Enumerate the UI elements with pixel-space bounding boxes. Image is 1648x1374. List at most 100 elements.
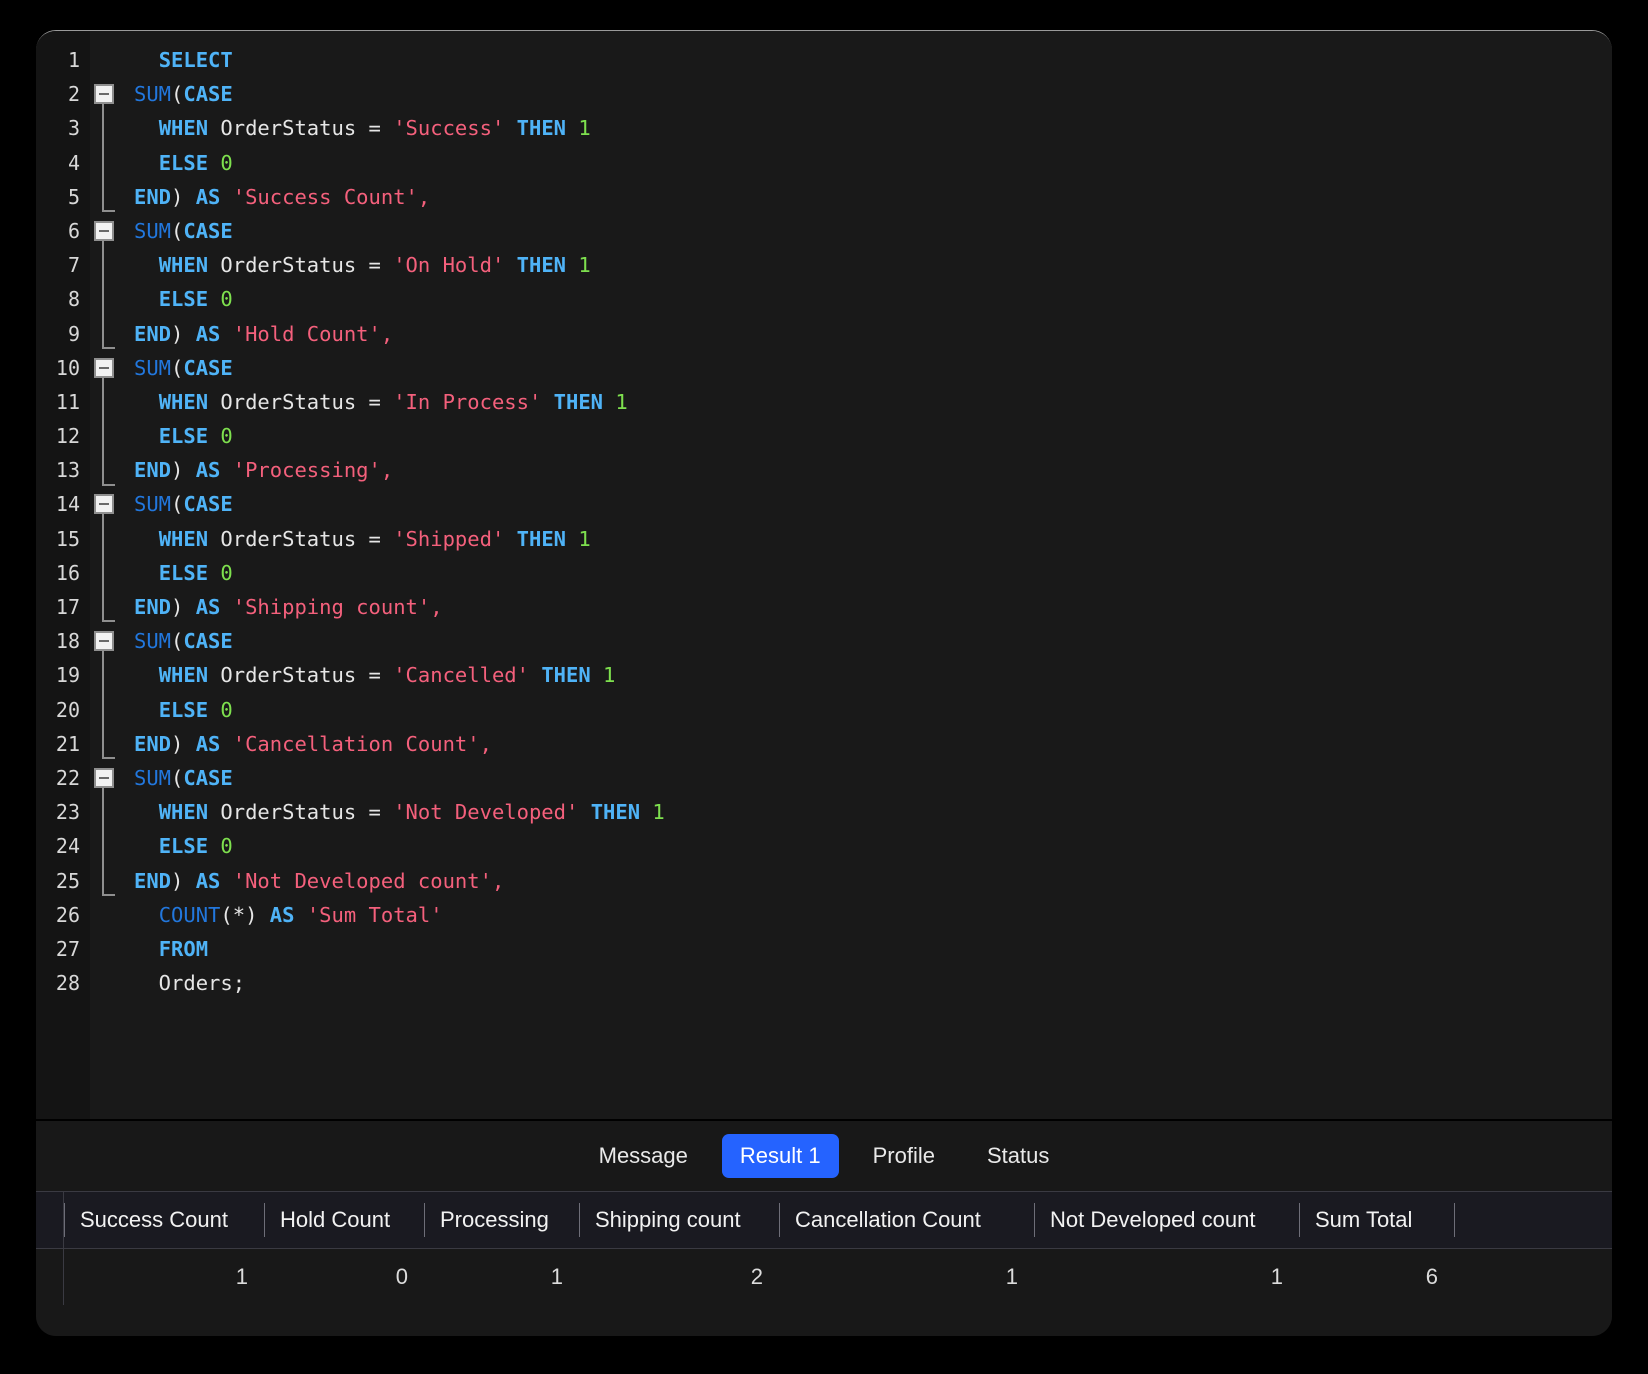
code-line[interactable]: WHEN OrderStatus = 'Shipped' THEN 1 — [120, 522, 1612, 556]
code-token-kw: CASE — [183, 492, 233, 517]
code-line[interactable]: SELECT — [120, 43, 1612, 77]
fold-collapse-icon[interactable] — [94, 767, 114, 788]
table-cell[interactable] — [1454, 1249, 1584, 1305]
code-line[interactable]: WHEN OrderStatus = 'Cancelled' THEN 1 — [120, 658, 1612, 692]
column-header[interactable]: Sum Total — [1299, 1192, 1454, 1248]
code-line[interactable]: Orders; — [120, 966, 1612, 1000]
code-line[interactable]: ELSE 0 — [120, 146, 1612, 180]
code-line[interactable]: SUM(CASE — [120, 487, 1612, 521]
table-row[interactable]: 1012116 — [36, 1249, 1612, 1305]
column-header[interactable]: Not Developed count — [1034, 1192, 1299, 1248]
code-token-pln: ) — [171, 184, 196, 209]
column-divider[interactable] — [1034, 1203, 1035, 1237]
fold-collapse-icon[interactable] — [94, 631, 114, 652]
code-line[interactable]: END) AS 'Not Developed count', — [120, 864, 1612, 898]
code-fold-column[interactable] — [90, 31, 120, 1119]
code-token-str: , — [430, 595, 443, 619]
code-token-pln — [134, 663, 159, 687]
column-divider[interactable] — [64, 1203, 65, 1237]
column-header[interactable]: Processing — [424, 1192, 579, 1248]
code-token-num: 0 — [220, 834, 233, 859]
code-line[interactable]: SUM(CASE — [120, 351, 1612, 385]
code-token-kw: END — [134, 731, 172, 756]
column-divider[interactable] — [779, 1203, 780, 1237]
tab-status[interactable]: Status — [969, 1134, 1067, 1178]
fold-collapse-icon[interactable] — [94, 84, 114, 105]
row-number-gutter-cell — [36, 1249, 64, 1305]
fold-row — [90, 761, 120, 896]
code-token-num: 0 — [220, 560, 233, 585]
code-line[interactable]: ELSE 0 — [120, 419, 1612, 453]
fold-collapse-icon[interactable] — [94, 357, 114, 378]
column-header[interactable]: Cancellation Count — [779, 1192, 1034, 1248]
table-cell[interactable]: 6 — [1299, 1249, 1454, 1305]
code-token-num: 1 — [578, 253, 591, 278]
fold-collapse-icon[interactable] — [94, 494, 114, 515]
column-divider[interactable] — [1454, 1203, 1455, 1237]
column-divider[interactable] — [264, 1203, 265, 1237]
tab-profile[interactable]: Profile — [855, 1134, 953, 1178]
code-editor[interactable]: 1 2 3 4 5 6 7 8 9 10 11 12 13 14 15 16 17 18 19 20 21 22 23 24 2… — [36, 31, 1612, 1119]
column-header[interactable]: Success Count — [64, 1192, 264, 1248]
tab-message[interactable]: Message — [581, 1134, 706, 1178]
code-line[interactable]: END) AS 'Hold Count', — [120, 317, 1612, 351]
line-number: 28 — [55, 971, 80, 996]
code-line[interactable]: SUM(CASE — [120, 77, 1612, 111]
code-token-pln: (*) — [220, 902, 270, 927]
fold-row — [90, 385, 120, 419]
table-cell[interactable]: 2 — [579, 1249, 779, 1305]
code-line[interactable]: SUM(CASE — [120, 761, 1612, 795]
code-token-kw: CASE — [183, 355, 233, 380]
code-line[interactable]: ELSE 0 — [120, 693, 1612, 727]
code-token-pln: Orders; — [134, 971, 246, 996]
line-number-gutter: 1 2 3 4 5 6 7 8 9 10 11 12 13 14 15 16 17 18 19 20 21 22 23 24 2… — [36, 31, 90, 1119]
table-cell[interactable]: 1 — [424, 1249, 579, 1305]
fold-row — [90, 727, 120, 761]
column-header[interactable] — [1454, 1192, 1584, 1248]
column-header[interactable]: Shipping count — [579, 1192, 779, 1248]
fold-row — [90, 932, 120, 966]
tab-result-1[interactable]: Result 1 — [721, 1134, 839, 1178]
code-token-str: 'Shipping count' — [232, 595, 431, 619]
column-divider[interactable] — [1299, 1203, 1300, 1237]
row-number-gutter-header — [36, 1192, 64, 1248]
code-token-kw: END — [134, 184, 172, 209]
code-content[interactable]: SELECT SUM(CASE WHEN OrderStatus = 'Succe… — [120, 31, 1612, 1119]
code-line[interactable]: WHEN OrderStatus = 'Success' THEN 1 — [120, 111, 1612, 145]
code-line[interactable]: COUNT(*) AS 'Sum Total' — [120, 898, 1612, 932]
line-number: 7 — [67, 253, 80, 278]
table-cell[interactable]: 1 — [64, 1249, 264, 1305]
code-line[interactable]: END) AS 'Processing', — [120, 453, 1612, 487]
code-token-pln — [134, 527, 159, 551]
code-token-kw: THEN — [516, 526, 567, 551]
table-cell[interactable]: 0 — [264, 1249, 424, 1305]
code-token-kw: END — [134, 321, 172, 346]
column-header[interactable]: Hold Count — [264, 1192, 424, 1248]
table-cell[interactable]: 1 — [1034, 1249, 1299, 1305]
code-line[interactable]: ELSE 0 — [120, 556, 1612, 590]
fold-row — [90, 214, 120, 349]
fold-row — [90, 556, 120, 590]
line-number: 3 — [67, 116, 80, 141]
code-line[interactable]: ELSE 0 — [120, 282, 1612, 316]
code-line[interactable]: END) AS 'Success Count', — [120, 180, 1612, 214]
code-line[interactable]: WHEN OrderStatus = 'On Hold' THEN 1 — [120, 248, 1612, 282]
code-line[interactable]: END) AS 'Cancellation Count', — [120, 727, 1612, 761]
code-line[interactable]: FROM — [120, 932, 1612, 966]
sql-editor-panel: 1 2 3 4 5 6 7 8 9 10 11 12 13 14 15 16 17 18 19 20 21 22 23 24 2… — [36, 30, 1612, 1336]
code-line[interactable]: WHEN OrderStatus = 'In Process' THEN 1 — [120, 385, 1612, 419]
code-line[interactable]: SUM(CASE — [120, 214, 1612, 248]
fold-collapse-icon[interactable] — [94, 220, 114, 241]
code-token-str: , — [491, 868, 505, 893]
table-cell[interactable]: 1 — [779, 1249, 1034, 1305]
code-line[interactable]: WHEN OrderStatus = 'Not Developed' THEN … — [120, 795, 1612, 829]
column-divider[interactable] — [579, 1203, 580, 1237]
code-line[interactable]: ELSE 0 — [120, 829, 1612, 863]
code-token-kw: END — [134, 868, 172, 893]
code-token-pln — [134, 800, 159, 824]
code-token-pln — [220, 322, 232, 346]
code-line[interactable]: SUM(CASE — [120, 624, 1612, 658]
code-line[interactable]: END) AS 'Shipping count', — [120, 590, 1612, 624]
column-divider[interactable] — [424, 1203, 425, 1237]
code-token-kw: ELSE — [158, 560, 209, 585]
